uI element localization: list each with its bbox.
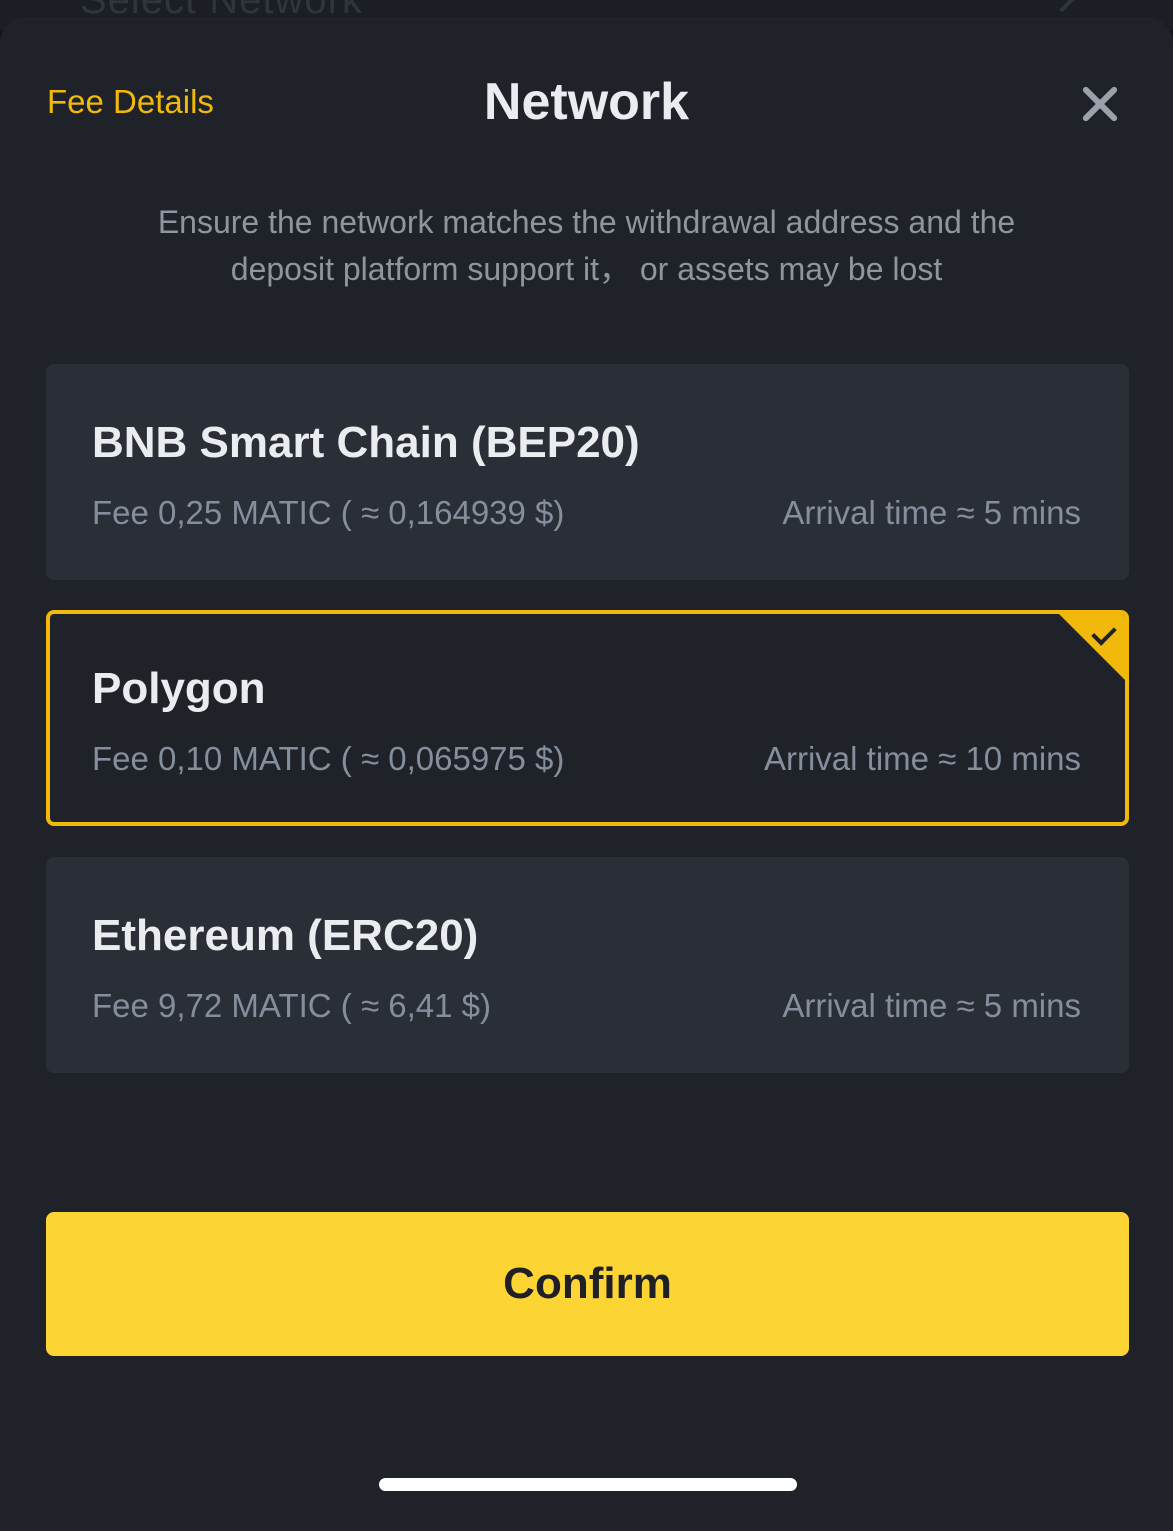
network-option-ethereum[interactable]: Ethereum (ERC20) Fee 9,72 MATIC ( ≈ 6,41… — [46, 857, 1129, 1073]
network-option-bnb[interactable]: BNB Smart Chain (BEP20) Fee 0,25 MATIC (… — [46, 364, 1129, 580]
network-option-polygon[interactable]: Polygon Fee 0,10 MATIC ( ≈ 0,065975 $) A… — [46, 610, 1129, 826]
network-arrival-time: Arrival time ≈ 5 mins — [782, 987, 1081, 1024]
selected-corner-badge — [1057, 614, 1125, 682]
confirm-button[interactable]: Confirm — [46, 1212, 1129, 1356]
network-warning: Ensure the network matches the withdrawa… — [60, 199, 1113, 293]
network-fee: Fee 0,10 MATIC ( ≈ 0,065975 $) — [92, 740, 565, 777]
network-arrival-time: Arrival time ≈ 10 mins — [763, 740, 1081, 777]
warning-line-1: Ensure the network matches the withdrawa… — [157, 204, 1016, 240]
network-fee: Fee 0,25 MATIC ( ≈ 0,164939 $) — [92, 494, 565, 531]
fee-details-link[interactable]: Fee Details — [47, 83, 214, 121]
warning-line-2: deposit platform support it， or assets m… — [230, 251, 943, 287]
network-fee: Fee 9,72 MATIC ( ≈ 6,41 $) — [92, 987, 491, 1024]
home-indicator — [379, 1478, 797, 1491]
close-icon[interactable] — [1073, 79, 1125, 131]
network-name: BNB Smart Chain (BEP20) — [92, 418, 640, 467]
network-arrival-time: Arrival time ≈ 5 mins — [782, 494, 1081, 531]
sheet-title: Network — [483, 73, 690, 131]
network-bottom-sheet: Fee Details Network Ensure the network m… — [0, 17, 1173, 1531]
network-name: Ethereum (ERC20) — [92, 911, 479, 960]
network-name: Polygon — [92, 664, 266, 713]
chevron-right-icon — [1046, 0, 1078, 13]
